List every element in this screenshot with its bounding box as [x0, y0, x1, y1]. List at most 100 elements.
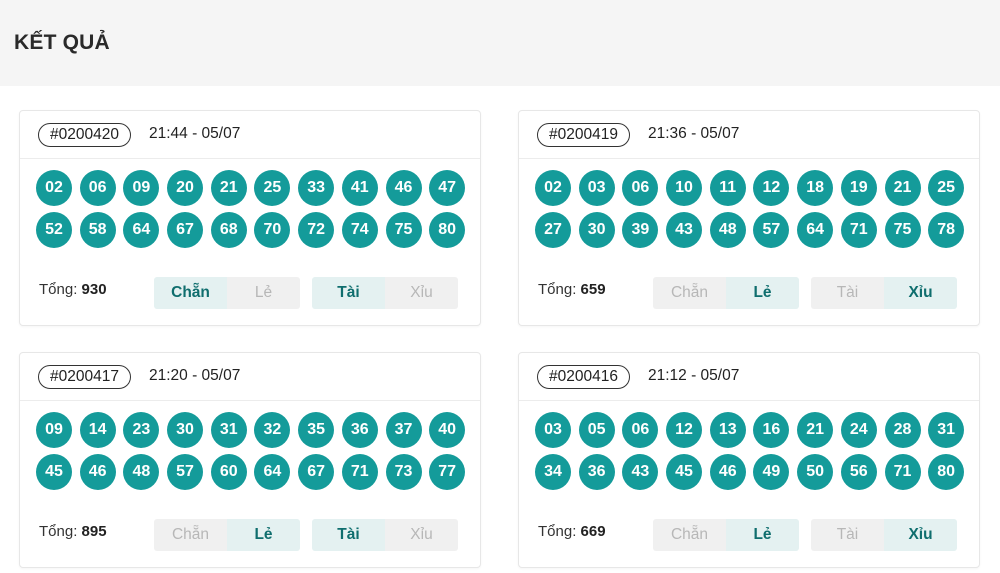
number-ball: 02: [36, 170, 72, 206]
number-ball: 40: [429, 412, 466, 448]
draw-id-badge[interactable]: #0200420: [38, 123, 131, 147]
draw-time: 21:44 - 05/07: [149, 125, 241, 142]
number-ball: 75: [884, 212, 921, 248]
total-sum: Tổng: 659: [538, 281, 606, 298]
number-ball: 21: [210, 170, 247, 206]
number-ball: 39: [622, 212, 659, 248]
number-ball: 10: [666, 170, 703, 206]
even-option[interactable]: Chẵn: [154, 519, 227, 551]
number-ball: 64: [254, 454, 291, 490]
draw-id-badge[interactable]: #0200419: [537, 123, 630, 147]
number-ball: 60: [210, 454, 247, 490]
even-option[interactable]: Chẵn: [653, 277, 726, 309]
draw-card: #0200416 21:12 - 05/07 03 05 06 12 13 16 21 24 28 3…: [518, 352, 980, 568]
number-ball: 41: [341, 170, 378, 206]
total-label: Tổng:: [538, 523, 577, 540]
small-option[interactable]: Xỉu: [884, 519, 957, 551]
number-balls: 03 05 06 12 13 16 21 24 28 31 34 36 43 45 46 49 50 56 71 80: [535, 412, 970, 490]
number-ball: 68: [210, 212, 247, 248]
draw-id-badge[interactable]: #0200416: [537, 365, 630, 389]
number-ball: 74: [341, 212, 378, 248]
parity-toggle: Chẵn Lẻ: [653, 277, 799, 309]
number-balls: 09 14 23 30 31 32 35 36 37 40 45 46 48 57 60 64 67 71 73 77: [36, 412, 471, 490]
number-ball: 18: [797, 170, 834, 206]
parity-toggle: Chẵn Lẻ: [154, 277, 300, 309]
small-option[interactable]: Xỉu: [385, 519, 458, 551]
number-ball: 36: [578, 454, 615, 490]
number-ball: 21: [884, 170, 921, 206]
page-title: KẾT QUẢ: [14, 31, 110, 54]
draw-time: 21:12 - 05/07: [648, 367, 740, 384]
number-ball: 02: [535, 170, 571, 206]
draw-card-header: #0200417 21:20 - 05/07: [20, 353, 480, 401]
draw-card: #0200420 21:44 - 05/07 02 06 09 20 21 25 33 41 46 4…: [19, 110, 481, 326]
number-ball: 20: [167, 170, 204, 206]
number-ball: 75: [385, 212, 422, 248]
number-ball: 23: [123, 412, 160, 448]
draw-time: 21:36 - 05/07: [648, 125, 740, 142]
small-option[interactable]: Xỉu: [385, 277, 458, 309]
odd-option[interactable]: Lẻ: [227, 519, 300, 551]
number-ball: 21: [797, 412, 834, 448]
number-ball: 16: [753, 412, 790, 448]
draw-card-header: #0200419 21:36 - 05/07: [519, 111, 979, 159]
number-ball: 13: [709, 412, 746, 448]
number-ball: 72: [298, 212, 335, 248]
total-value: 659: [580, 281, 606, 298]
number-ball: 14: [79, 412, 116, 448]
even-option[interactable]: Chẵn: [154, 277, 227, 309]
big-option[interactable]: Tài: [811, 277, 884, 309]
number-ball: 27: [535, 212, 571, 248]
number-ball: 31: [210, 412, 247, 448]
size-toggle: Tài Xỉu: [312, 277, 458, 309]
big-option[interactable]: Tài: [312, 519, 385, 551]
number-ball: 48: [123, 454, 160, 490]
draw-card-header: #0200416 21:12 - 05/07: [519, 353, 979, 401]
number-ball: 43: [666, 212, 703, 248]
number-ball: 64: [123, 212, 160, 248]
draw-card: #0200419 21:36 - 05/07 02 03 06 10 11 12 18 19 21 2…: [518, 110, 980, 326]
total-value: 930: [81, 281, 107, 298]
number-ball: 12: [753, 170, 790, 206]
parity-toggle: Chẵn Lẻ: [653, 519, 799, 551]
odd-option[interactable]: Lẻ: [726, 519, 799, 551]
size-toggle: Tài Xỉu: [811, 519, 957, 551]
even-option[interactable]: Chẵn: [653, 519, 726, 551]
number-ball: 80: [928, 454, 965, 490]
number-ball: 56: [840, 454, 877, 490]
draw-id-badge[interactable]: #0200417: [38, 365, 131, 389]
total-value: 895: [81, 523, 107, 540]
total-sum: Tổng: 669: [538, 523, 606, 540]
small-option[interactable]: Xỉu: [884, 277, 957, 309]
number-ball: 46: [79, 454, 116, 490]
number-ball: 73: [385, 454, 422, 490]
draw-card-header: #0200420 21:44 - 05/07: [20, 111, 480, 159]
number-ball: 71: [884, 454, 921, 490]
number-ball: 64: [797, 212, 834, 248]
size-toggle: Tài Xỉu: [312, 519, 458, 551]
number-ball: 78: [928, 212, 965, 248]
number-ball: 06: [622, 412, 659, 448]
results-header: KẾT QUẢ: [0, 0, 1000, 86]
number-ball: 30: [578, 212, 615, 248]
number-ball: 49: [753, 454, 790, 490]
number-ball: 52: [36, 212, 72, 248]
number-ball: 06: [622, 170, 659, 206]
number-ball: 12: [666, 412, 703, 448]
number-ball: 70: [254, 212, 291, 248]
odd-option[interactable]: Lẻ: [726, 277, 799, 309]
number-ball: 67: [298, 454, 335, 490]
number-ball: 03: [578, 170, 615, 206]
big-option[interactable]: Tài: [811, 519, 884, 551]
number-ball: 43: [622, 454, 659, 490]
number-balls: 02 03 06 10 11 12 18 19 21 25 27 30 39 43 48 57 64 71 75 78: [535, 170, 970, 248]
number-ball: 25: [928, 170, 965, 206]
number-ball: 57: [167, 454, 204, 490]
number-ball: 48: [709, 212, 746, 248]
big-option[interactable]: Tài: [312, 277, 385, 309]
number-ball: 09: [123, 170, 160, 206]
number-ball: 30: [167, 412, 204, 448]
number-ball: 09: [36, 412, 72, 448]
odd-option[interactable]: Lẻ: [227, 277, 300, 309]
number-ball: 57: [753, 212, 790, 248]
